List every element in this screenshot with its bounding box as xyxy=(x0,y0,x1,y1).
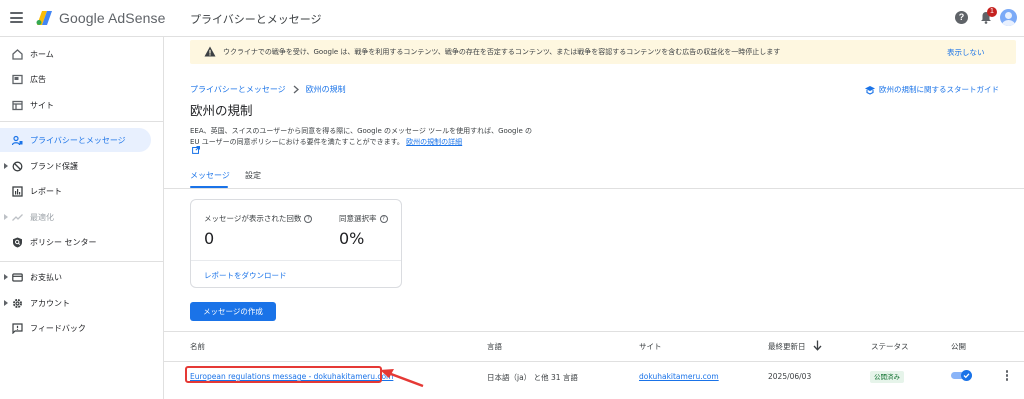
expand-caret-icon[interactable] xyxy=(4,274,8,280)
sidebar-item-label: ポリシー センター xyxy=(30,237,97,247)
sidebar-item-privacy[interactable]: プライバシーとメッセージ xyxy=(0,128,151,152)
download-report-link[interactable]: レポートをダウンロード xyxy=(204,270,287,281)
sidebar-item-payments[interactable]: お支払い xyxy=(0,265,151,289)
page-heading: プライバシーとメッセージ xyxy=(190,13,322,26)
policy-icon xyxy=(11,236,23,248)
publish-toggle[interactable] xyxy=(951,370,972,381)
card-divider xyxy=(191,260,401,261)
help-outline-icon[interactable]: ? xyxy=(379,214,388,223)
sidebar-item-home[interactable]: ホーム xyxy=(0,42,151,66)
sidebar-item-feedback[interactable]: フィードバック xyxy=(0,316,151,340)
stats-card: メッセージが表示された回数 ? 0 同意選択率 ? 0% レポートをダウンロード xyxy=(190,199,402,288)
create-message-button[interactable]: メッセージの作成 xyxy=(190,302,276,321)
shown-count-label-text: メッセージが表示された回数 xyxy=(204,214,302,223)
status-badge: 公開済み xyxy=(870,371,904,383)
ads-icon xyxy=(11,73,23,85)
page-description: EEA、英国、スイスのユーザーから同意を得る際に、Google のメッセージ ツ… xyxy=(190,126,540,148)
warning-icon xyxy=(204,46,216,57)
sidebar-item-label: フィードバック xyxy=(30,323,86,333)
home-icon xyxy=(11,48,23,60)
sidebar-nav: ホーム 広告 サイト プライバシーとメッセージ ブランド保護 レポート 最適化 … xyxy=(0,37,163,399)
start-guide-link[interactable]: 欧州の規制に関するスタートガイド xyxy=(865,84,999,95)
sidebar-item-reports[interactable]: レポート xyxy=(0,179,151,203)
gear-icon xyxy=(11,297,23,309)
column-header-site[interactable]: サイト xyxy=(639,341,662,352)
annotation-arrow-icon xyxy=(380,369,424,388)
consent-rate-label: 同意選択率 ? xyxy=(339,213,388,224)
description-text: EEA、英国、スイスのユーザーから同意を得る際に、Google のメッセージ ツ… xyxy=(190,127,532,146)
sidebar-item-policy-center[interactable]: ポリシー センター xyxy=(0,230,151,254)
war-notice-banner: ウクライナでの戦争を受け、Google は、戦争を利用するコンテンツ、戦争の存在… xyxy=(190,40,1016,64)
column-header-updated[interactable]: 最終更新日 xyxy=(768,341,806,352)
school-icon xyxy=(865,85,875,95)
sidebar-item-brand-protection[interactable]: ブランド保護 xyxy=(0,154,151,178)
sidebar-item-label: アカウント xyxy=(30,298,70,308)
privacy-icon xyxy=(11,134,23,146)
table-header-divider xyxy=(163,361,1024,362)
start-guide-label: 欧州の規制に関するスタートガイド xyxy=(879,85,999,94)
sidebar-item-label: プライバシーとメッセージ xyxy=(30,135,126,145)
breadcrumb: プライバシーとメッセージ 欧州の規制 xyxy=(190,84,346,95)
top-app-bar: Google AdSense プライバシーとメッセージ ? 1 xyxy=(0,0,1024,37)
help-outline-icon[interactable]: ? xyxy=(304,214,313,223)
sidebar-item-optimization: 最適化 xyxy=(0,205,151,229)
sidebar-item-label: 最適化 xyxy=(30,212,54,222)
help-icon[interactable]: ? xyxy=(955,11,968,24)
tabs-divider xyxy=(163,188,1024,189)
learn-more-link[interactable]: 欧州の規制の詳細 xyxy=(406,138,462,146)
sidebar-divider xyxy=(0,261,163,262)
banner-message: ウクライナでの戦争を受け、Google は、戦争を利用するコンテンツ、戦争の存在… xyxy=(223,48,781,56)
chevron-right-icon xyxy=(293,85,299,94)
expand-caret-icon[interactable] xyxy=(4,163,8,169)
expand-caret-icon xyxy=(4,214,8,220)
block-icon xyxy=(11,160,23,172)
more-vert-icon[interactable] xyxy=(1005,370,1009,382)
column-header-published[interactable]: 公開 xyxy=(951,341,966,352)
adsense-logo-icon xyxy=(36,11,52,25)
breadcrumb-parent-link[interactable]: プライバシーとメッセージ xyxy=(190,84,286,95)
shown-count-label: メッセージが表示された回数 ? xyxy=(204,213,313,224)
expand-caret-icon[interactable] xyxy=(4,300,8,306)
menu-icon[interactable] xyxy=(10,12,23,23)
message-updated-date: 2025/06/03 xyxy=(768,372,812,381)
tab-messages[interactable]: メッセージ xyxy=(190,170,230,181)
annotation-highlight-box xyxy=(185,366,382,383)
column-header-language[interactable]: 言語 xyxy=(487,341,502,352)
message-site-link[interactable]: dokuhakitameru.com xyxy=(639,372,719,381)
tab-settings[interactable]: 設定 xyxy=(245,170,261,181)
dismiss-banner-button[interactable]: 表示しない xyxy=(947,47,985,58)
check-icon xyxy=(963,373,970,379)
consent-rate-label-text: 同意選択率 xyxy=(339,214,377,223)
page-title: 欧州の規制 xyxy=(190,103,253,118)
sidebar-item-label: 広告 xyxy=(30,74,46,84)
arrow-down-icon[interactable] xyxy=(813,340,822,351)
sidebar-divider xyxy=(0,121,163,122)
trending-icon xyxy=(11,211,23,223)
sidebar-item-sites[interactable]: サイト xyxy=(0,93,151,117)
column-header-status[interactable]: ステータス xyxy=(871,341,909,352)
consent-rate-value: 0% xyxy=(339,229,365,248)
avatar[interactable] xyxy=(1000,9,1017,26)
reports-icon xyxy=(11,185,23,197)
sidebar-item-label: お支払い xyxy=(30,272,62,282)
sidebar-item-label: サイト xyxy=(30,100,54,110)
shown-count-value: 0 xyxy=(204,229,215,248)
message-language: 日本語（ja） と他 31 言語 xyxy=(487,373,578,382)
sidebar-item-ads[interactable]: 広告 xyxy=(0,67,151,91)
column-header-name[interactable]: 名前 xyxy=(190,341,205,352)
sites-icon xyxy=(11,99,23,111)
table-top-border xyxy=(163,331,1024,332)
logo-text[interactable]: Google AdSense xyxy=(59,10,165,26)
feedback-icon xyxy=(11,322,23,334)
sidebar-item-account[interactable]: アカウント xyxy=(0,291,151,315)
open-in-new-icon[interactable] xyxy=(192,146,200,154)
sidebar-border xyxy=(163,37,164,399)
notification-badge: 1 xyxy=(987,7,997,17)
sidebar-item-label: ブランド保護 xyxy=(30,161,78,171)
sidebar-item-label: レポート xyxy=(30,186,62,196)
payments-icon xyxy=(11,271,23,283)
breadcrumb-current[interactable]: 欧州の規制 xyxy=(306,84,346,95)
sidebar-item-label: ホーム xyxy=(30,49,54,59)
